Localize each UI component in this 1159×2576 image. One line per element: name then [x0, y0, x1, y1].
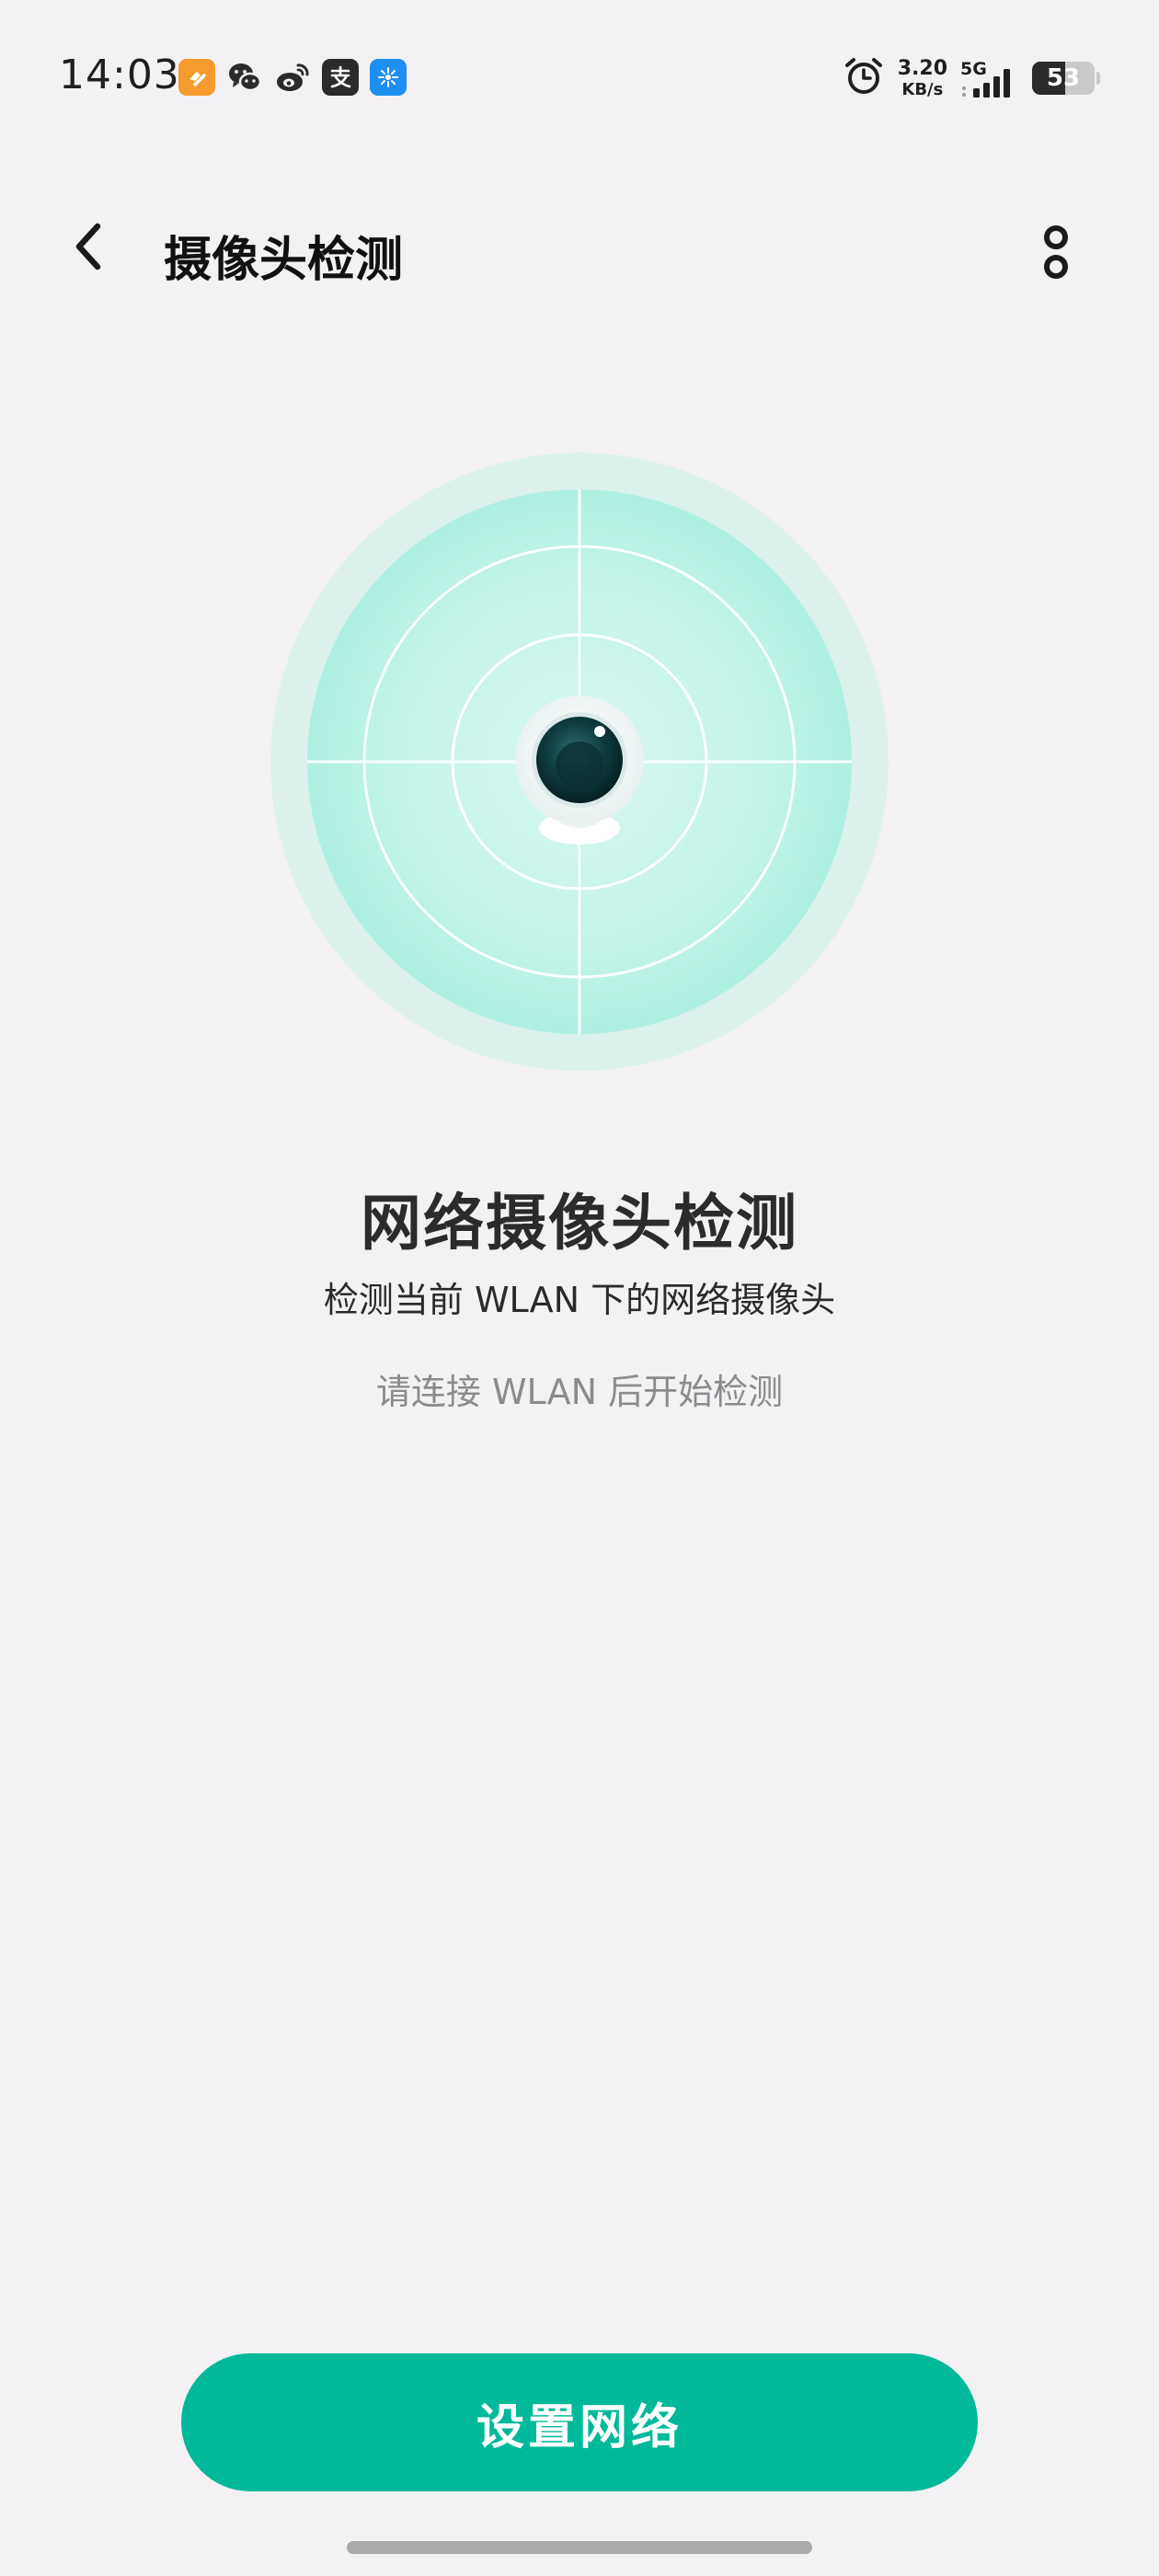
battery-icon: 53: [1032, 62, 1095, 95]
alipay-icon: [322, 59, 359, 96]
system-icons: 3.20 KB/s 5G 53: [843, 55, 1100, 101]
orange-app-icon: [178, 59, 215, 96]
net-speed-unit: KB/s: [901, 79, 944, 99]
battery-level: 53: [1046, 64, 1081, 92]
battery-nub: [1096, 72, 1100, 85]
more-options-button[interactable]: [1019, 213, 1093, 291]
net-speed: 3.20 KB/s: [897, 56, 947, 99]
chevron-left-icon: [75, 223, 101, 270]
camera-radar-illustration: [270, 453, 889, 1071]
weibo-icon: [274, 59, 311, 96]
back-button[interactable]: [50, 208, 127, 285]
signal-icon: 5G: [960, 57, 1019, 99]
wechat-icon: [226, 59, 263, 96]
main-heading: 网络摄像头检测: [361, 1188, 798, 1259]
tplink-icon: [370, 59, 407, 96]
more-vertical-icon: [1044, 225, 1068, 279]
status-time: 14:03: [59, 52, 180, 98]
description-text: 检测当前 WLAN 下的网络摄像头: [323, 1280, 836, 1320]
status-bar: 14:03 3.20 KB/s 5G 53: [0, 0, 1159, 147]
setup-network-button[interactable]: 设置网络: [181, 2353, 978, 2491]
page-title: 摄像头检测: [164, 233, 404, 288]
net-speed-value: 3.20: [897, 56, 947, 80]
hint-text: 请连接 WLAN 后开始检测: [375, 1372, 784, 1412]
alarm-icon: [843, 55, 885, 101]
notification-icons: [178, 59, 407, 96]
home-indicator[interactable]: [347, 2541, 812, 2554]
